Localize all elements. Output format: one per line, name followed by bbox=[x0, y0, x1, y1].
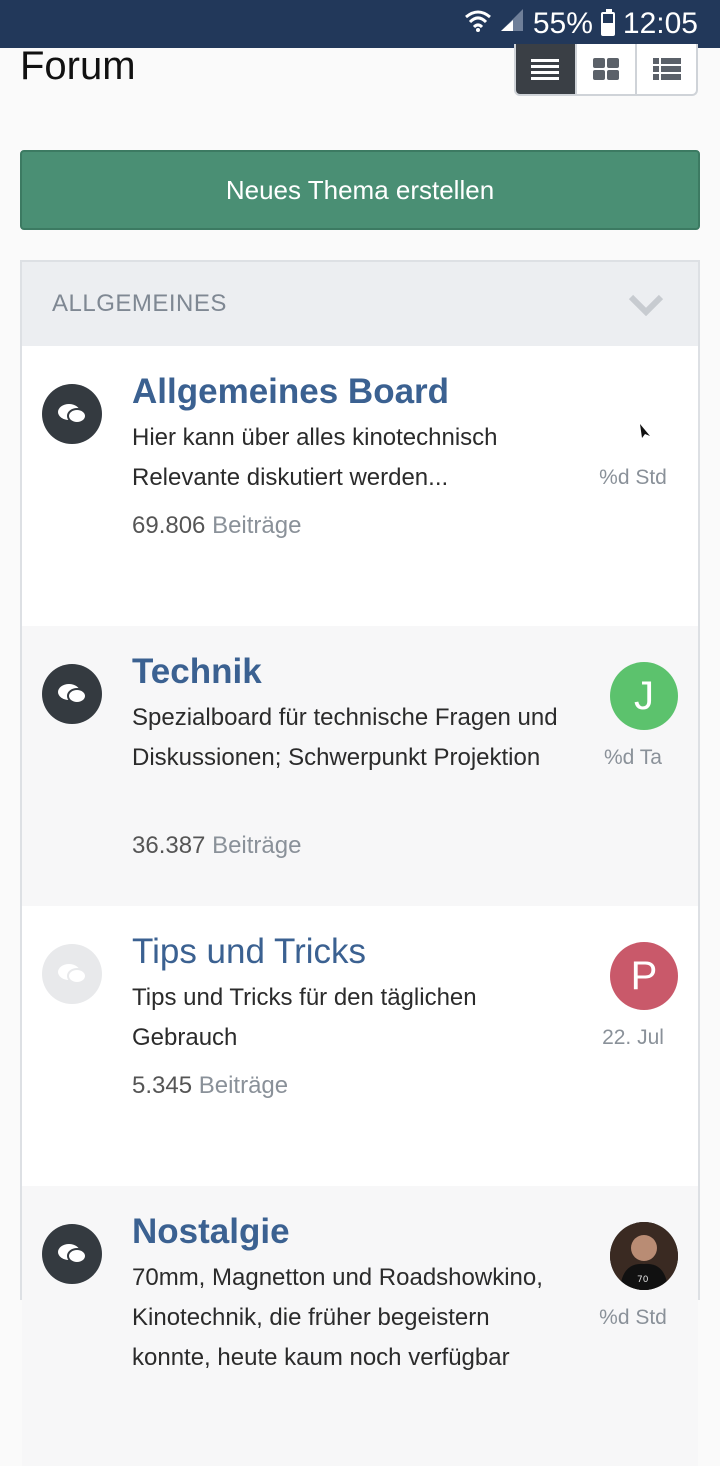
detailed-list-icon[interactable] bbox=[635, 44, 696, 94]
avatar[interactable]: J bbox=[610, 662, 678, 730]
grid-view-icon[interactable] bbox=[574, 44, 636, 94]
post-count-value: 36.387 bbox=[132, 832, 206, 859]
view-toggle bbox=[514, 44, 698, 96]
new-topic-button[interactable]: Neues Thema erstellen bbox=[20, 150, 700, 230]
battery-icon bbox=[600, 9, 615, 36]
post-count-label: Beiträge bbox=[198, 1072, 289, 1099]
board-title[interactable]: Tips und Tricks bbox=[132, 932, 366, 972]
last-post-time: %d Std bbox=[599, 466, 667, 489]
board-item[interactable]: Nostalgie 70mm, Magnetton und Roadshowki… bbox=[22, 1186, 698, 1466]
chat-bubbles-icon bbox=[42, 384, 102, 444]
board-description: Tips und Tricks für den täglichen Gebrau… bbox=[132, 984, 477, 1051]
svg-text:70: 70 bbox=[637, 1275, 649, 1285]
last-post-time: %d Std bbox=[599, 1306, 667, 1329]
section-title: ALLGEMEINES bbox=[52, 290, 227, 317]
post-count: 69.806 Beiträge bbox=[132, 512, 301, 540]
board-description: Hier kann über alles kinotechnisch Relev… bbox=[132, 424, 498, 491]
post-count: 36.387 Beiträge bbox=[132, 832, 301, 860]
post-count-label: Beiträge bbox=[212, 832, 302, 859]
section-header[interactable]: ALLGEMEINES bbox=[22, 262, 698, 346]
last-post-time: 22. Jul bbox=[602, 1026, 664, 1049]
clock: 12:05 bbox=[622, 7, 698, 40]
post-count: 5.345 Beiträge bbox=[132, 1072, 288, 1100]
board-title[interactable]: Technik bbox=[132, 652, 262, 692]
avatar[interactable]: P bbox=[610, 942, 678, 1010]
board-item[interactable]: Technik Spezialboard für technische Frag… bbox=[22, 626, 698, 906]
chat-bubbles-icon bbox=[42, 664, 102, 724]
signal-icon bbox=[499, 7, 525, 41]
board-title[interactable]: Allgemeines Board bbox=[132, 372, 449, 412]
post-count-value: 69.806 bbox=[132, 512, 206, 539]
board-description: 70mm, Magnetton und Roadshowkino, Kinote… bbox=[132, 1264, 543, 1371]
battery-percent: 55% bbox=[532, 7, 593, 40]
page-title: Forum bbox=[20, 44, 136, 88]
post-count-label: Beiträge bbox=[212, 512, 302, 539]
chevron-down-icon[interactable] bbox=[628, 294, 664, 321]
board-item[interactable]: Allgemeines Board Hier kann über alles k… bbox=[22, 346, 698, 626]
post-count-value: 5.345 bbox=[132, 1072, 193, 1099]
board-description: Spezialboard für technische Fragen und D… bbox=[132, 704, 558, 771]
cursor-icon bbox=[638, 422, 652, 445]
board-item[interactable]: Tips und Tricks Tips und Tricks für den … bbox=[22, 906, 698, 1186]
board-title[interactable]: Nostalgie bbox=[132, 1212, 290, 1252]
list-view-icon[interactable] bbox=[516, 44, 575, 94]
chat-bubbles-icon bbox=[42, 944, 102, 1004]
chat-bubbles-icon bbox=[42, 1224, 102, 1284]
status-bar: 55% 12:05 bbox=[0, 0, 720, 48]
last-post-time: %d Ta bbox=[604, 746, 662, 769]
forum-section: ALLGEMEINES Allgemeines Board Hier kann … bbox=[20, 260, 700, 1466]
wifi-icon bbox=[464, 7, 491, 41]
